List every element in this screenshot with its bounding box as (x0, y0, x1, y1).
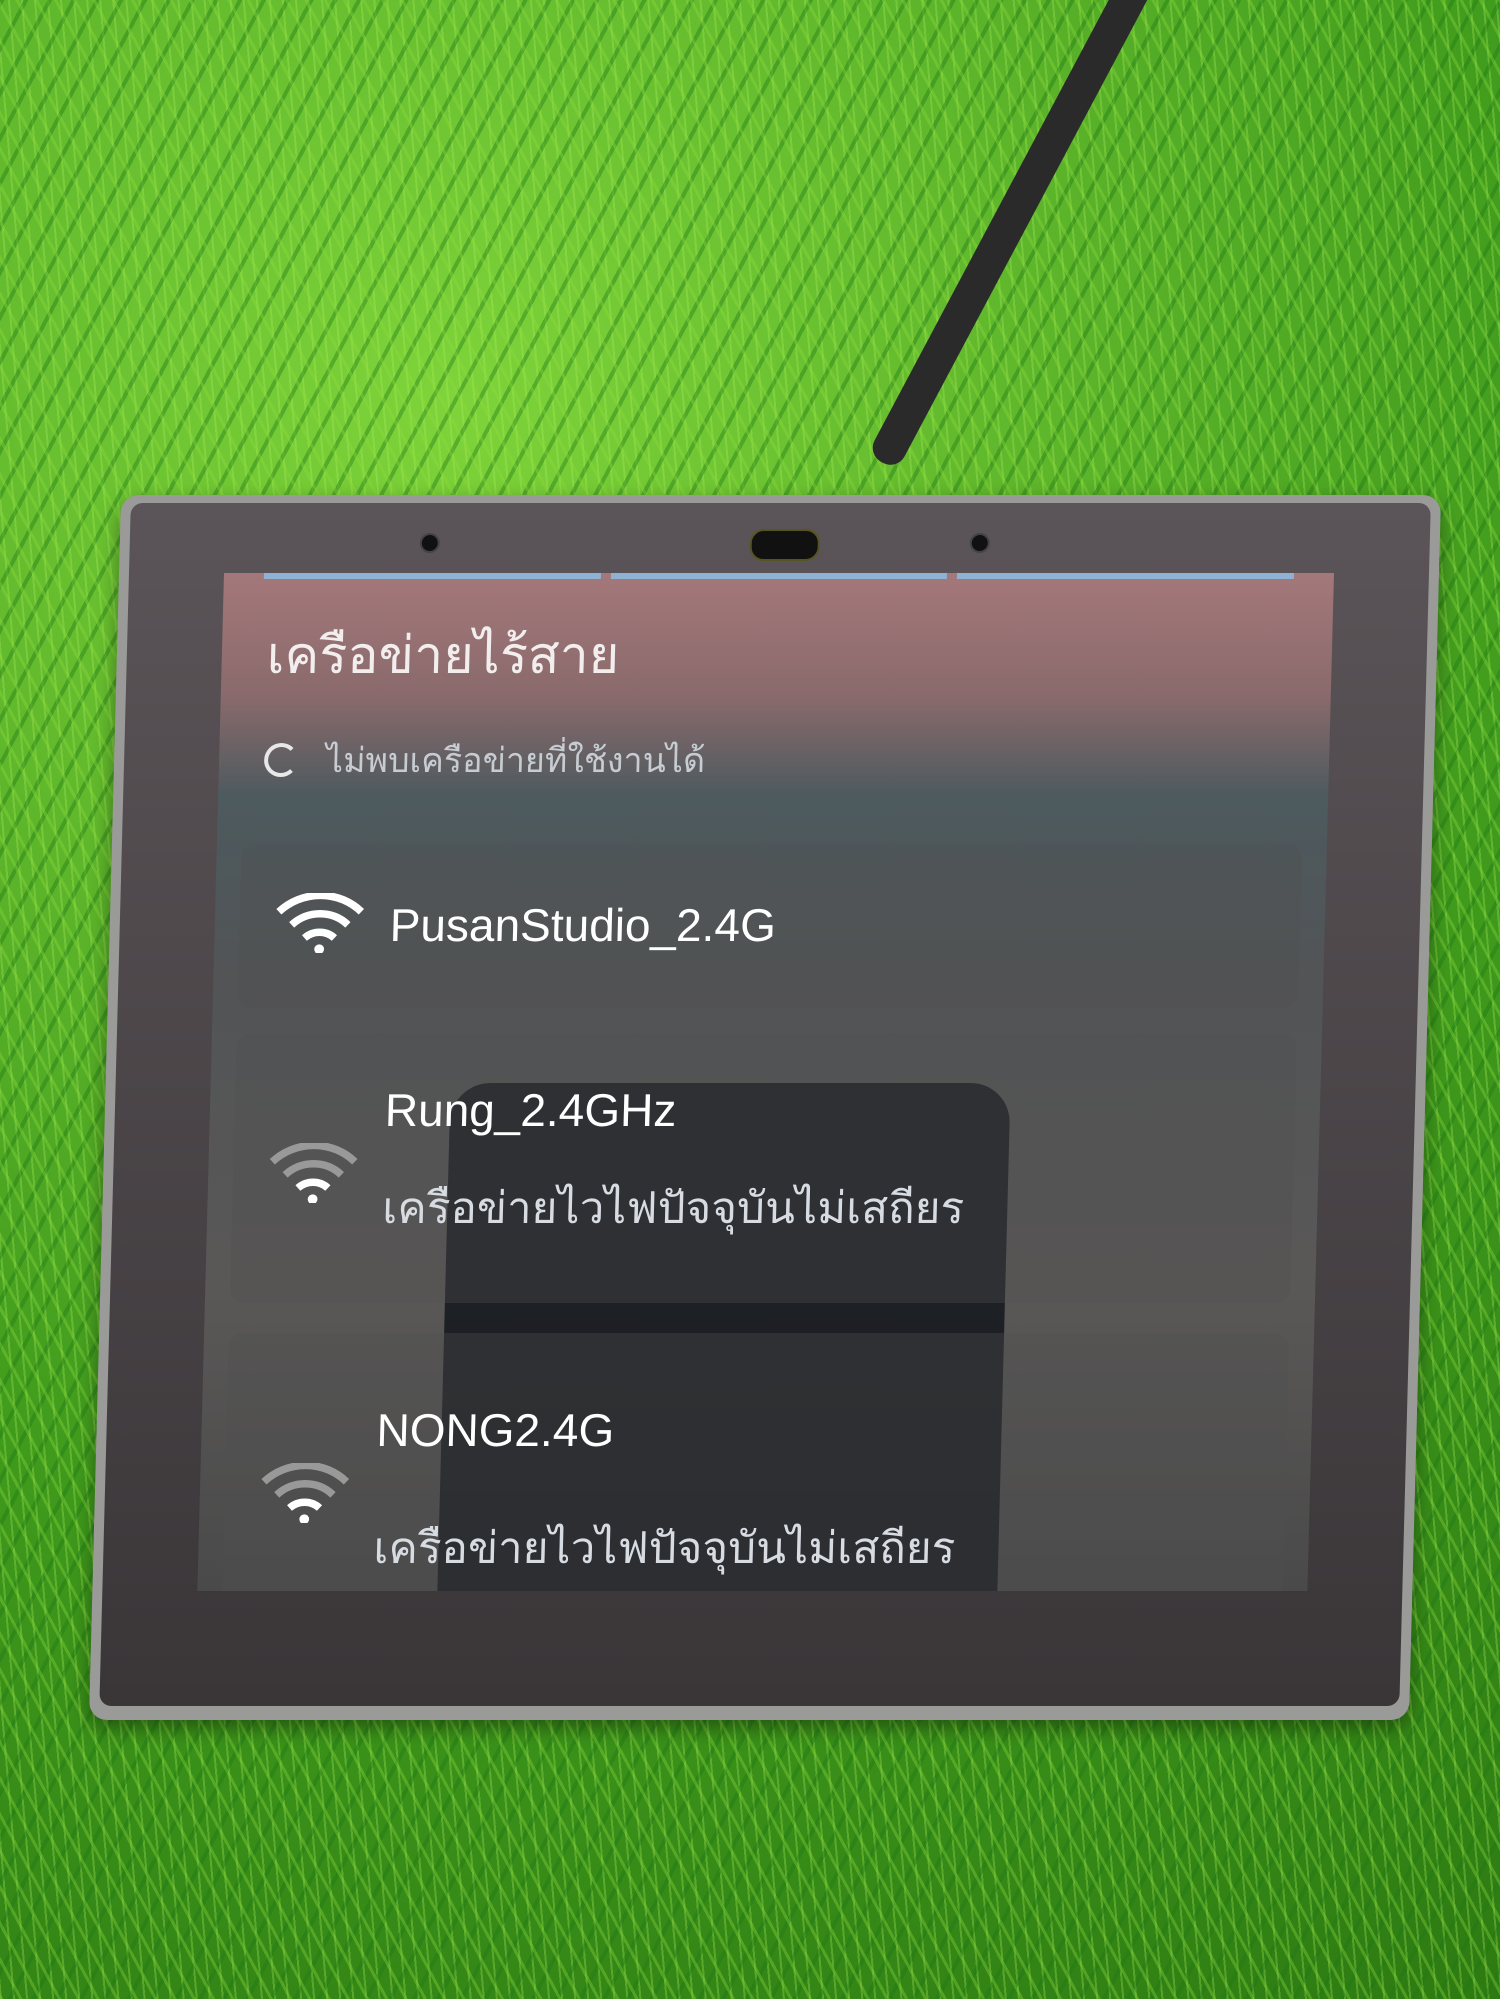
network-ssid: Rung_2.4GHz (384, 1084, 678, 1136)
sensor-icon (969, 533, 991, 553)
loading-spinner-icon (263, 743, 299, 777)
wifi-settings-screen: เครือข่ายไร้สาย ไม่พบเครือข่ายที่ใช้งานไ… (197, 573, 1334, 1591)
page-indicator (263, 573, 1295, 579)
wifi-weak-icon (261, 1463, 350, 1523)
network-item[interactable]: NONG2.4G เครือข่ายไวไฟปัจจุบันไม่เสถียร (221, 1333, 1290, 1591)
wifi-full-icon (276, 893, 365, 953)
network-item[interactable]: Rung_2.4GHz เครือข่ายไวไฟปัจจุบันไม่เสถี… (229, 1033, 1297, 1303)
camera-icon (749, 529, 821, 561)
network-ssid: NONG2.4G (375, 1404, 615, 1456)
sensor-icon (419, 533, 441, 553)
wifi-weak-icon (269, 1143, 358, 1203)
network-status: เครือข่ายไวไฟปัจจุบันไม่เสถียร (372, 1523, 956, 1574)
scan-status-text: ไม่พบเครือข่ายที่ใช้งานได้ (325, 741, 706, 781)
smart-panel-device: เครือข่ายไร้สาย ไม่พบเครือข่ายที่ใช้งานไ… (88, 495, 1442, 1720)
network-ssid: PusanStudio_2.4G (389, 899, 777, 951)
device-bezel: เครือข่ายไร้สาย ไม่พบเครือข่ายที่ใช้งานไ… (99, 503, 1431, 1706)
scan-status: ไม่พบเครือข่ายที่ใช้งานได้ (263, 733, 706, 787)
network-status: เครือข่ายไวไฟปัจจุบันไม่เสถียร (381, 1183, 965, 1234)
page-title: เครือข่ายไร้สาย (266, 626, 621, 686)
network-item[interactable]: PusanStudio_2.4G (237, 843, 1302, 1008)
power-cable (867, 0, 1161, 471)
